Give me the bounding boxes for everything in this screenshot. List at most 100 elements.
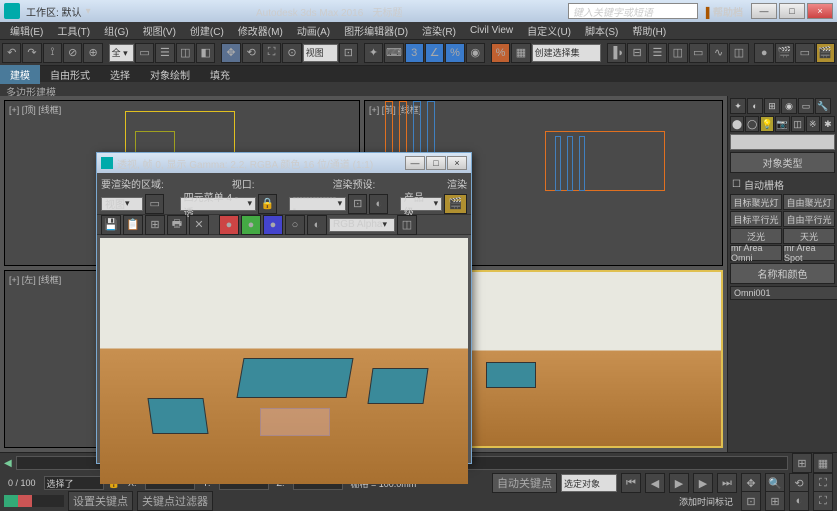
channel-r-icon[interactable]: ● bbox=[219, 215, 239, 235]
motion-tab-icon[interactable]: ◉ bbox=[781, 98, 797, 114]
render-setup2-icon[interactable]: ⊡ bbox=[348, 194, 367, 214]
render-frame-window[interactable]: 透视, 帧 0, 显示 Gamma: 2.2, RGBA 颜色 16 位/通道 … bbox=[96, 152, 472, 464]
nav2-1-icon[interactable]: ⊡ bbox=[741, 491, 761, 511]
render-area-dropdown[interactable]: 视图 ▾ bbox=[101, 197, 143, 211]
maximize-button[interactable]: □ bbox=[779, 3, 805, 19]
goto-start-icon[interactable]: ⏮ bbox=[621, 473, 641, 493]
menu-tools[interactable]: 工具(T) bbox=[51, 21, 96, 40]
percent-snap-icon[interactable]: % bbox=[445, 43, 464, 63]
clone-icon[interactable]: ⊞ bbox=[145, 215, 165, 235]
modify-tab-icon[interactable]: ◐ bbox=[747, 98, 763, 114]
setkey-button[interactable]: 设置关键点 bbox=[68, 491, 133, 511]
geometry-icon[interactable]: ⬤ bbox=[730, 116, 744, 132]
play-icon[interactable]: ▶ bbox=[669, 473, 689, 493]
channel-b-icon[interactable]: ● bbox=[263, 215, 283, 235]
render-preset-dropdown[interactable]: -------------- ▾ bbox=[289, 197, 346, 211]
menu-customize[interactable]: 自定义(U) bbox=[521, 21, 577, 40]
save-image-icon[interactable]: 💾 bbox=[101, 215, 121, 235]
layers-icon[interactable]: ☰ bbox=[648, 43, 667, 63]
menu-graph[interactable]: 图形编辑器(D) bbox=[338, 21, 414, 40]
angle-snap-icon[interactable]: ∠ bbox=[425, 43, 444, 63]
workspace-label[interactable]: 工作区: 默认 bbox=[26, 4, 82, 19]
shapes-icon[interactable]: ◯ bbox=[745, 116, 759, 132]
rotate-icon[interactable]: ⟲ bbox=[242, 43, 261, 63]
spinner-snap-icon[interactable]: ◉ bbox=[466, 43, 485, 63]
window-crossing-icon[interactable]: ◧ bbox=[196, 43, 215, 63]
pivot-icon[interactable]: ⊡ bbox=[339, 43, 358, 63]
create-tab-icon[interactable]: ✦ bbox=[730, 98, 746, 114]
prev-frame-icon[interactable]: ◀ bbox=[645, 473, 665, 493]
selection-filter[interactable]: 全 ▾ bbox=[109, 44, 134, 62]
clear-icon[interactable]: ✕ bbox=[189, 215, 209, 235]
name-color-rollout[interactable]: 名称和颜色 bbox=[730, 263, 835, 284]
light-free-spot[interactable]: 自由聚光灯 bbox=[783, 194, 835, 210]
overlay-icon[interactable]: ◫ bbox=[397, 215, 417, 235]
tab-populate[interactable]: 填充 bbox=[200, 65, 240, 84]
select-icon[interactable]: ▭ bbox=[135, 43, 154, 63]
render-setup-icon[interactable]: 🎬 bbox=[775, 43, 794, 63]
autogrid-checkbox[interactable]: ☐ 自动栅格 bbox=[730, 175, 835, 194]
nav-pan-icon[interactable]: ✥ bbox=[741, 473, 761, 493]
curve-editor-icon[interactable]: ∿ bbox=[709, 43, 728, 63]
systems-icon[interactable]: ✱ bbox=[821, 116, 835, 132]
channel-g-icon[interactable]: ● bbox=[241, 215, 261, 235]
render-close-button[interactable]: × bbox=[447, 156, 467, 170]
link-icon[interactable]: ⟟ bbox=[43, 43, 62, 63]
ribbon-toggle-icon[interactable]: ▭ bbox=[689, 43, 708, 63]
render-title-bar[interactable]: 透视, 帧 0, 显示 Gamma: 2.2, RGBA 颜色 16 位/通道 … bbox=[97, 153, 471, 173]
menu-help[interactable]: 帮助(H) bbox=[626, 21, 672, 40]
scale-icon[interactable]: ⛶ bbox=[262, 43, 281, 63]
render-icon[interactable]: 🎬 bbox=[816, 43, 835, 63]
menu-render[interactable]: 渲染(R) bbox=[416, 21, 462, 40]
manipulate-icon[interactable]: ✦ bbox=[364, 43, 383, 63]
menu-modifier[interactable]: 修改器(M) bbox=[232, 21, 289, 40]
nav2-2-icon[interactable]: ⊞ bbox=[765, 491, 785, 511]
light-target-direct[interactable]: 目标平行光 bbox=[730, 211, 782, 227]
utilities-tab-icon[interactable]: 🔧 bbox=[815, 98, 831, 114]
tl-btn1[interactable]: ⊞ bbox=[792, 453, 812, 473]
display-tab-icon[interactable]: ▭ bbox=[798, 98, 814, 114]
category-dropdown[interactable]: 标准▾ bbox=[730, 134, 835, 150]
hierarchy-tab-icon[interactable]: ⊞ bbox=[764, 98, 780, 114]
close-button[interactable]: × bbox=[807, 3, 833, 19]
print-icon[interactable]: 🖶 bbox=[167, 215, 187, 235]
nav2-3-icon[interactable]: ◐ bbox=[789, 491, 809, 511]
menu-create[interactable]: 创建(C) bbox=[184, 21, 230, 40]
menu-edit[interactable]: 编辑(E) bbox=[4, 21, 49, 40]
undo-icon[interactable]: ↶ bbox=[2, 43, 21, 63]
render-frame-icon[interactable]: ▭ bbox=[795, 43, 814, 63]
align-icon[interactable]: ⊟ bbox=[627, 43, 646, 63]
render-region-icon[interactable]: ▭ bbox=[145, 194, 164, 214]
render-env-icon[interactable]: ◐ bbox=[369, 194, 388, 214]
goto-end-icon[interactable]: ⏭ bbox=[717, 473, 737, 493]
nav2-4-icon[interactable]: ⛶ bbox=[813, 491, 833, 511]
lights-icon[interactable]: 💡 bbox=[760, 116, 774, 132]
schematic-icon[interactable]: ◫ bbox=[729, 43, 748, 63]
light-mr-omni[interactable]: mr Area Omni bbox=[730, 245, 782, 261]
nav-max-icon[interactable]: ⛶ bbox=[813, 473, 833, 493]
light-skylight[interactable]: 天光 bbox=[783, 228, 835, 244]
tl-btn2[interactable]: ▦ bbox=[813, 453, 833, 473]
copy-image-icon[interactable]: 📋 bbox=[123, 215, 143, 235]
layer-explorer-icon[interactable]: ◫ bbox=[668, 43, 687, 63]
keyfilter-button[interactable]: 关键点过滤器 bbox=[137, 491, 213, 511]
menu-group[interactable]: 组(G) bbox=[98, 21, 134, 40]
nav-orbit-icon[interactable]: ⟲ bbox=[789, 473, 809, 493]
move-icon[interactable]: ✥ bbox=[221, 43, 240, 63]
material-icon[interactable]: ● bbox=[754, 43, 773, 63]
unlink-icon[interactable]: ⊘ bbox=[63, 43, 82, 63]
autokey-button[interactable]: 自动关键点 bbox=[492, 473, 557, 493]
spacewarps-icon[interactable]: ※ bbox=[806, 116, 820, 132]
keymode-dropdown[interactable]: 选定对象 bbox=[561, 474, 617, 492]
tab-modeling[interactable]: 建模 bbox=[0, 65, 40, 84]
edit-selset-icon[interactable]: % bbox=[491, 43, 510, 63]
render-prod-dropdown[interactable]: 产品级 ▾ bbox=[400, 197, 442, 211]
tab-freeform[interactable]: 自由形式 bbox=[40, 65, 100, 84]
named-selset-icon[interactable]: ▦ bbox=[511, 43, 530, 63]
selection-set-dropdown[interactable]: 创建选择集 bbox=[532, 44, 602, 62]
menu-civilview[interactable]: Civil View bbox=[464, 23, 519, 38]
redo-icon[interactable]: ↷ bbox=[22, 43, 41, 63]
place-icon[interactable]: ⊙ bbox=[282, 43, 301, 63]
render-min-button[interactable]: — bbox=[405, 156, 425, 170]
channel-a-icon[interactable]: ○ bbox=[285, 215, 305, 235]
